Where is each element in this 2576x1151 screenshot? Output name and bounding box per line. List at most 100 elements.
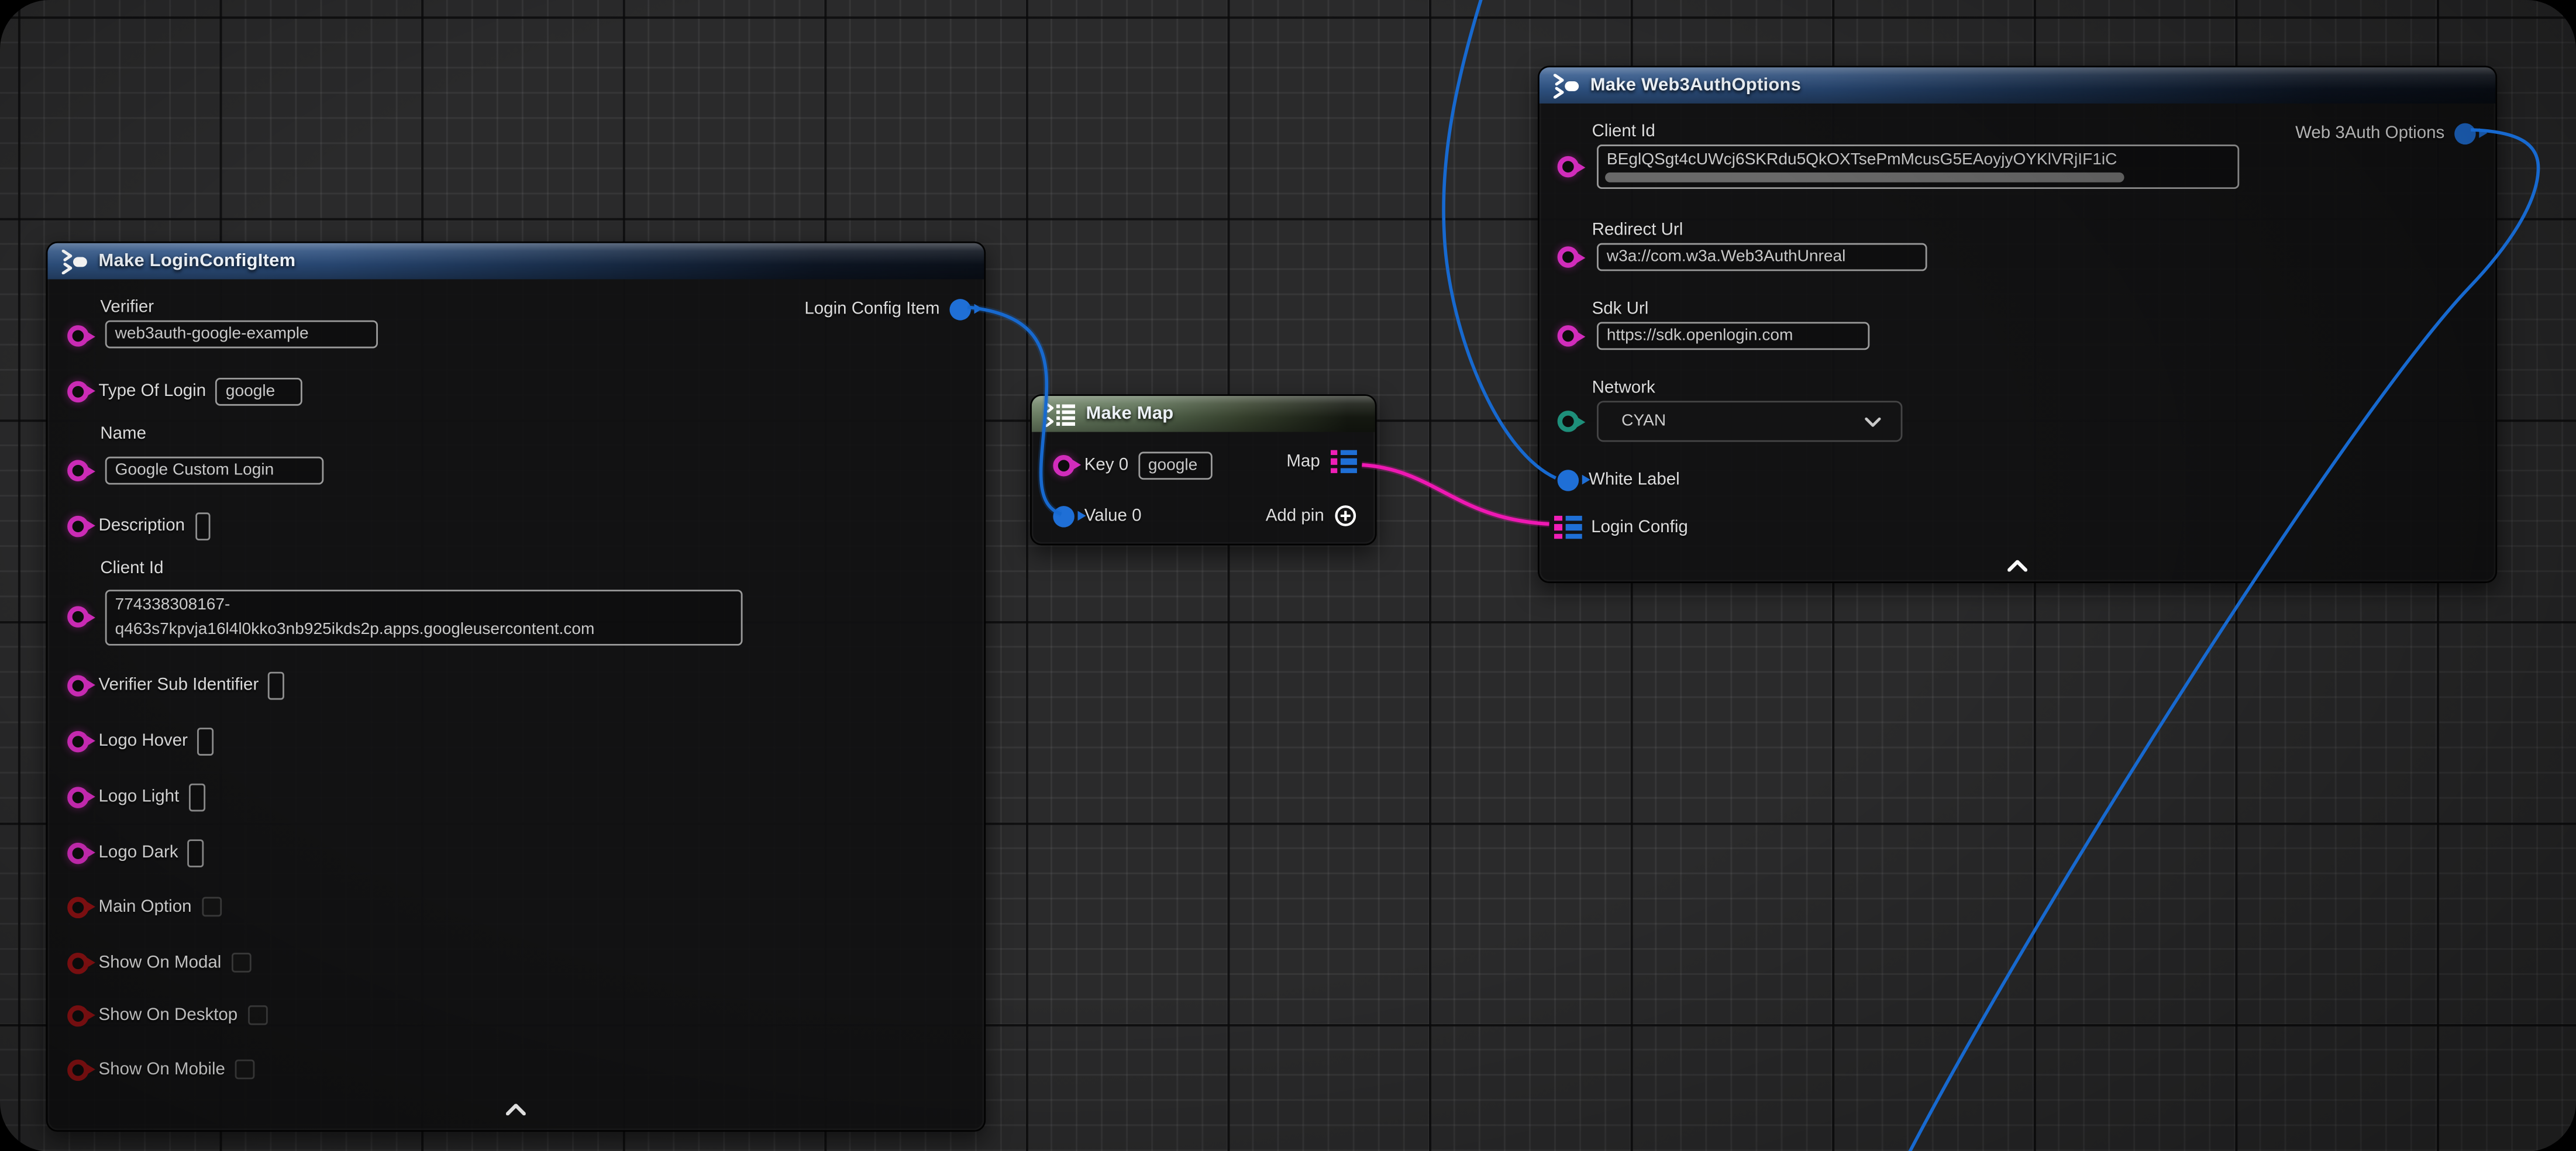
make-struct-icon	[1552, 73, 1580, 98]
show-on-desktop-checkbox[interactable]	[247, 1005, 267, 1025]
show-on-mobile-label: Show On Mobile	[99, 1060, 225, 1080]
network-dropdown-value: CYAN	[1621, 412, 1666, 430]
map-output-row: Map	[1286, 447, 1357, 477]
client-id-value: BEglQSgt4cUWcj6SKRdu5QkOXTsePmMcusG5EAoy…	[1607, 151, 2117, 169]
pin-login-config[interactable]	[1554, 515, 1581, 540]
key-0-input[interactable]: google	[1138, 451, 1212, 479]
collapse-button[interactable]	[506, 1104, 526, 1115]
client-id-label: Client Id	[100, 559, 163, 578]
pin-client-id[interactable]	[1558, 156, 1579, 178]
pin-logo-dark[interactable]	[67, 842, 89, 863]
logo-dark-label: Logo Dark	[99, 843, 178, 863]
client-id-input[interactable]: 774338308167- q463s7kpvja16l4l0kko3nb925…	[105, 590, 743, 645]
logo-light-input[interactable]	[189, 783, 205, 811]
node-header-make-web3authoptions[interactable]: Make Web3AuthOptions	[1540, 67, 2496, 104]
show-on-modal-checkbox[interactable]	[231, 953, 251, 973]
verifier-sub-identifier-label: Verifier Sub Identifier	[99, 675, 259, 695]
pin-logo-hover[interactable]	[67, 730, 89, 752]
node-header-make-map[interactable]: Make Map	[1032, 396, 1375, 432]
pin-logo-light[interactable]	[67, 786, 89, 808]
chevron-up-icon	[506, 1104, 526, 1115]
pin-white-label[interactable]	[1558, 469, 1579, 491]
main-option-checkbox[interactable]	[201, 897, 221, 917]
verifier-input[interactable]: web3auth-google-example	[105, 321, 378, 349]
network-label: Network	[1592, 378, 1655, 398]
pin-sdk-url[interactable]	[1558, 325, 1579, 347]
description-label: Description	[99, 516, 185, 536]
logo-hover-label: Logo Hover	[99, 731, 188, 751]
add-pin-icon[interactable]	[1334, 504, 1357, 527]
collapse-button[interactable]	[2007, 560, 2027, 572]
show-on-mobile-checkbox[interactable]	[235, 1060, 255, 1080]
client-id-label: Client Id	[1592, 122, 1655, 142]
network-dropdown[interactable]: CYAN	[1597, 401, 1902, 442]
pin-name[interactable]	[67, 460, 89, 481]
key0-row: Key 0 google	[1053, 450, 1212, 480]
pin-description[interactable]	[67, 515, 89, 537]
pin-show-on-modal[interactable]	[67, 952, 89, 974]
key-0-label: Key 0	[1084, 455, 1128, 475]
node-make-loginconfigitem[interactable]: Make LoginConfigItem Verifier web3auth-g…	[46, 242, 986, 1132]
graph-canvas[interactable]: Make LoginConfigItem Verifier web3auth-g…	[0, 0, 2576, 1151]
type-of-login-label: Type Of Login	[99, 381, 206, 401]
value0-row: Value 0	[1053, 501, 1141, 531]
add-pin-row[interactable]: Add pin	[1266, 501, 1357, 531]
pin-show-on-mobile[interactable]	[67, 1059, 89, 1080]
white-label-label: White Label	[1589, 470, 1680, 490]
login-config-item-output-label: Login Config Item	[804, 299, 939, 319]
logo-light-row: Logo Light	[67, 782, 205, 812]
pin-login-config-item-output[interactable]	[949, 298, 971, 320]
client-id-scrollbar[interactable]	[1605, 173, 2124, 182]
redirect-url-label: Redirect Url	[1592, 220, 1683, 240]
main-option-label: Main Option	[99, 897, 192, 917]
name-input[interactable]: Google Custom Login	[105, 457, 324, 485]
show-on-desktop-row: Show On Desktop	[67, 1000, 267, 1030]
show-on-modal-row: Show On Modal	[67, 948, 251, 978]
pin-map-output[interactable]	[1330, 449, 1357, 474]
pin-type-of-login[interactable]	[67, 380, 89, 402]
pin-redirect-url[interactable]	[1558, 246, 1579, 268]
type-of-login-row: Type Of Login google	[67, 376, 303, 406]
sdk-url-input[interactable]: https://sdk.openlogin.com	[1597, 322, 1869, 350]
make-map-icon	[1045, 402, 1076, 426]
value-0-label: Value 0	[1084, 506, 1142, 526]
type-of-login-input[interactable]: google	[216, 377, 303, 405]
pin-value-0[interactable]	[1053, 505, 1075, 527]
pin-key-0[interactable]	[1053, 454, 1075, 476]
client-id-line2: q463s7kpvja16l4l0kko3nb925ikds2p.apps.go…	[115, 618, 733, 642]
pin-web3auth-options-output[interactable]	[2454, 122, 2476, 144]
pin-main-option[interactable]	[67, 896, 89, 918]
description-input[interactable]	[195, 512, 209, 540]
pin-client-id[interactable]	[67, 606, 89, 628]
show-on-modal-label: Show On Modal	[99, 953, 222, 973]
white-label-row: White Label	[1558, 465, 1680, 495]
pin-verifier[interactable]	[67, 325, 89, 347]
main-option-row: Main Option	[67, 892, 221, 922]
pin-network[interactable]	[1558, 411, 1579, 432]
redirect-url-input[interactable]: w3a://com.w3a.Web3AuthUnreal	[1597, 243, 1927, 271]
wire-map-to-login-config[interactable]	[1362, 465, 1549, 524]
show-on-mobile-row: Show On Mobile	[67, 1054, 254, 1084]
node-make-web3authoptions[interactable]: Make Web3AuthOptions Client Id BEglQSgt4…	[1538, 66, 2497, 583]
verifier-label: Verifier	[100, 297, 154, 317]
logo-hover-input[interactable]	[198, 727, 214, 755]
web3auth-options-output-label: Web 3Auth Options	[2295, 123, 2444, 143]
output-row-web3auth-options: Web 3Auth Options	[2295, 118, 2476, 148]
add-pin-label: Add pin	[1266, 506, 1324, 526]
verifier-sub-identifier-input[interactable]	[268, 671, 285, 699]
node-title: Make LoginConfigItem	[99, 251, 296, 271]
chevron-down-icon	[1865, 416, 1881, 426]
blueprint-graph-screen: Make LoginConfigItem Verifier web3auth-g…	[0, 0, 2576, 1151]
node-header-make-loginconfigitem[interactable]: Make LoginConfigItem	[47, 243, 984, 280]
node-make-map[interactable]: Make Map Key 0 google Map Value 0	[1030, 394, 1377, 545]
client-id-input[interactable]: BEglQSgt4cUWcj6SKRdu5QkOXTsePmMcusG5EAoy…	[1597, 144, 2239, 189]
login-config-label: Login Config	[1591, 518, 1688, 537]
chevron-up-icon	[2007, 560, 2027, 572]
pin-show-on-desktop[interactable]	[67, 1005, 89, 1026]
map-output-label: Map	[1286, 452, 1320, 471]
pin-verifier-sub-identifier[interactable]	[67, 674, 89, 696]
verifier-sub-identifier-row: Verifier Sub Identifier	[67, 670, 285, 700]
name-label: Name	[100, 424, 146, 444]
login-config-row: Login Config	[1554, 512, 1688, 542]
logo-dark-input[interactable]	[188, 839, 204, 867]
